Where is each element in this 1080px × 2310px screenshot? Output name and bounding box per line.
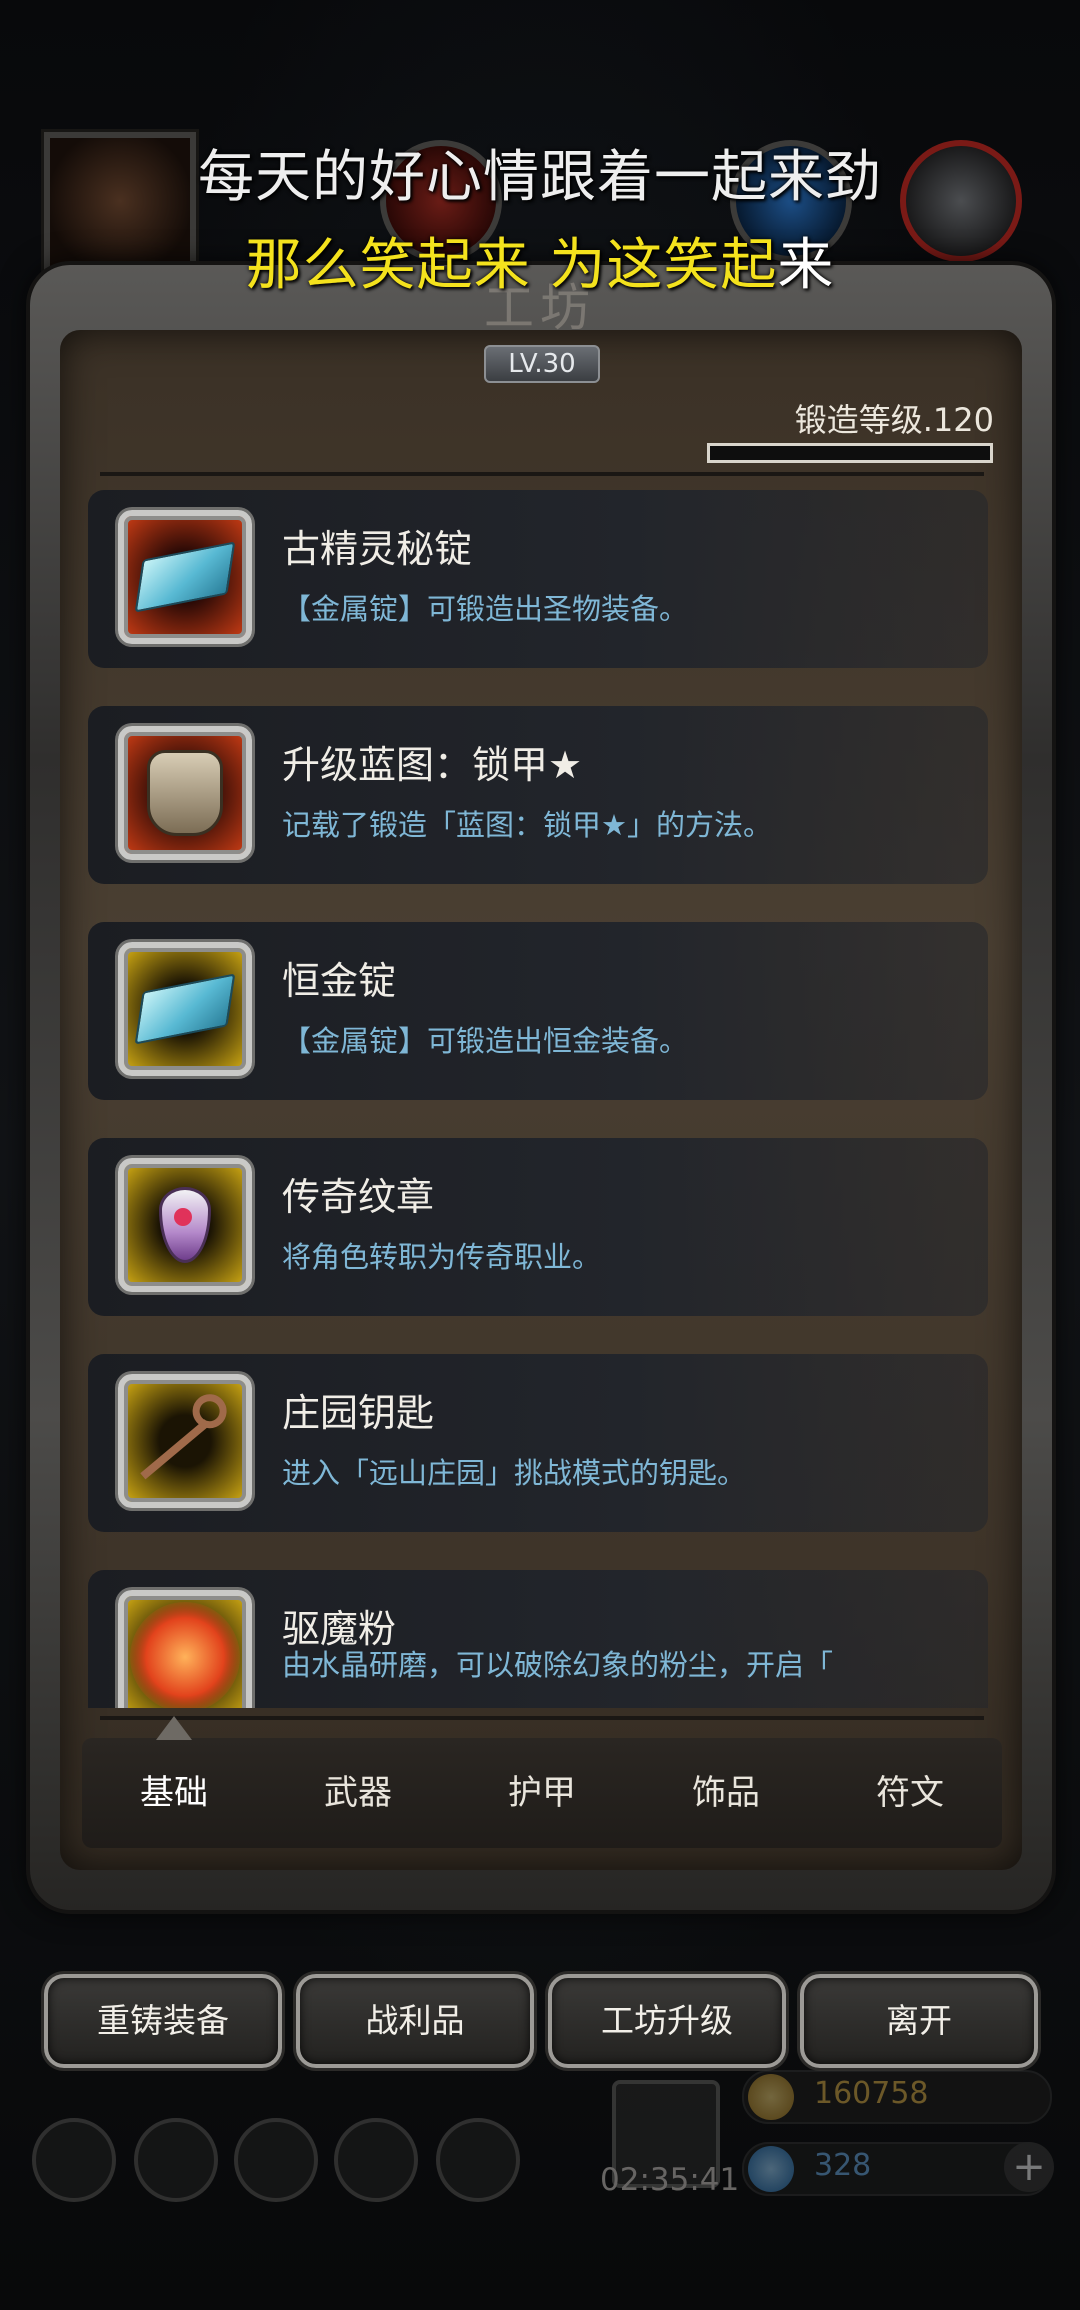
inventory-icon[interactable] — [436, 2118, 520, 2202]
tab-weapons[interactable]: 武器 — [266, 1738, 450, 1848]
divider — [100, 472, 984, 476]
item-name: 恒金锭 — [282, 959, 397, 1003]
chainmail-armor-icon — [147, 750, 223, 836]
gold-amount: 160758 — [814, 2076, 929, 2111]
list-item[interactable]: 升级蓝图：锁甲★ 记载了锻造「蓝图：锁甲★」的方法。 — [88, 706, 988, 884]
item-description: 【金属锭】可锻造出圣物装备。 — [282, 592, 689, 626]
gold-counter: 160758 — [742, 2070, 1052, 2124]
item-name: 升级蓝图：锁甲★ — [282, 743, 583, 787]
tab-basic[interactable]: 基础 — [82, 1738, 266, 1848]
item-description: 记载了锻造「蓝图：锁甲★」的方法。 — [282, 808, 772, 842]
subtitle-rest: 来 — [777, 233, 835, 298]
level-badge: LV.30 — [484, 345, 600, 383]
emblem-icon — [159, 1187, 211, 1263]
item-name: 庄园钥匙 — [282, 1391, 435, 1435]
item-icon-frame — [118, 510, 252, 644]
key-icon — [136, 1398, 233, 1484]
subtitle-line-1: 每天的好心情跟着一起来劲 — [198, 145, 882, 210]
item-description: 【金属锭】可锻造出恒金装备。 — [282, 1024, 689, 1058]
category-tabs: 基础 武器 护甲 饰品 符文 — [82, 1738, 1002, 1848]
item-icon-frame — [118, 942, 252, 1076]
leave-button[interactable]: 离开 — [800, 1974, 1038, 2068]
mail-icon[interactable] — [334, 2118, 418, 2202]
list-item[interactable]: 庄园钥匙 进入「远山庄园」挑战模式的钥匙。 — [88, 1354, 988, 1532]
tab-runes[interactable]: 符文 — [818, 1738, 1002, 1848]
subtitle-line-2: 那么笑起来 为这笑起来 — [0, 220, 1080, 301]
guild-icon[interactable] — [234, 2118, 318, 2202]
gift-timer: 02:35:41 — [600, 2162, 740, 2198]
fire-dust-icon — [130, 1602, 240, 1708]
list-item[interactable]: 恒金锭 【金属锭】可锻造出恒金装备。 — [88, 922, 988, 1100]
forge-progress-bar — [707, 443, 993, 463]
item-name: 传奇纹章 — [282, 1175, 435, 1219]
gold-coin-icon — [748, 2074, 794, 2120]
forge-level-label: 锻造等级.120 — [794, 401, 994, 439]
list-item[interactable]: 古精灵秘锭 【金属锭】可锻造出圣物装备。 — [88, 490, 988, 668]
workshop-upgrade-button[interactable]: 工坊升级 — [548, 1974, 786, 2068]
ingot-icon — [134, 541, 236, 613]
item-icon-frame — [118, 1590, 252, 1708]
ingot-icon — [134, 973, 236, 1045]
achievement-icon[interactable] — [134, 2118, 218, 2202]
loot-button[interactable]: 战利品 — [296, 1974, 534, 2068]
tab-armor[interactable]: 护甲 — [450, 1738, 634, 1848]
divider — [100, 1716, 984, 1720]
item-list[interactable]: 古精灵秘锭 【金属锭】可锻造出圣物装备。 升级蓝图：锁甲★ 记载了锻造「蓝图：锁… — [88, 490, 988, 1708]
item-icon-frame — [118, 726, 252, 860]
gem-amount: 328 — [814, 2148, 872, 2183]
settings-icon[interactable] — [32, 2118, 116, 2202]
item-description: 由水晶研磨，可以破除幻象的粉尘，开启「 — [282, 1648, 834, 1682]
item-description: 将角色转职为传奇职业。 — [282, 1240, 602, 1274]
item-icon-frame — [118, 1158, 252, 1292]
reforge-equipment-button[interactable]: 重铸装备 — [44, 1974, 282, 2068]
subtitle-highlight: 那么笑起来 为这笑起 — [245, 233, 778, 298]
item-description: 进入「远山庄园」挑战模式的钥匙。 — [282, 1456, 747, 1490]
add-gems-button[interactable]: + — [1004, 2142, 1054, 2192]
list-item[interactable]: 驱魔粉 由水晶研磨，可以破除幻象的粉尘，开启「 — [88, 1570, 988, 1708]
list-item[interactable]: 传奇纹章 将角色转职为传奇职业。 — [88, 1138, 988, 1316]
gem-icon — [748, 2146, 794, 2192]
item-name: 古精灵秘锭 — [282, 527, 473, 571]
item-icon-frame — [118, 1374, 252, 1508]
tab-accessories[interactable]: 饰品 — [634, 1738, 818, 1848]
